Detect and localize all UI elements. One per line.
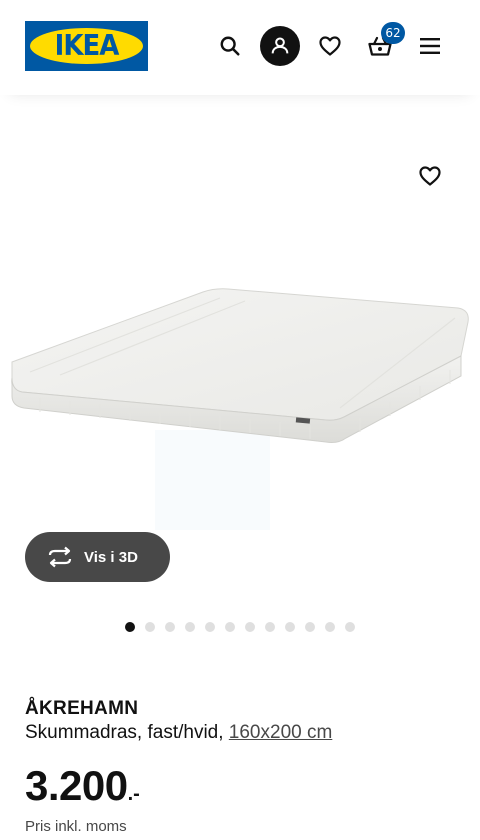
pagination-dot[interactable] <box>285 622 295 632</box>
pagination-dot[interactable] <box>145 622 155 632</box>
logo-oval: IKEA <box>30 28 143 64</box>
pagination-dot[interactable] <box>345 622 355 632</box>
logo-text: IKEA <box>54 29 120 63</box>
view-in-3d-label: Vis i 3D <box>84 548 138 566</box>
pagination-dot[interactable] <box>165 622 175 632</box>
product-description: Skummadras, fast/hvid, 160x200 cm <box>25 722 332 744</box>
basket-count-badge: 62 <box>381 22 405 44</box>
search-button[interactable] <box>210 26 250 66</box>
pagination-dot[interactable] <box>225 622 235 632</box>
rotate-3d-icon <box>48 546 72 568</box>
pagination-dot[interactable] <box>245 622 255 632</box>
pagination-dot[interactable] <box>125 622 135 632</box>
pagination-dot[interactable] <box>305 622 315 632</box>
favourites-button[interactable] <box>310 26 350 66</box>
size-link[interactable]: 160x200 cm <box>229 722 333 743</box>
site-header: IKEA 62 <box>0 0 480 95</box>
pagination-dot[interactable] <box>185 622 195 632</box>
pagination-dot[interactable] <box>325 622 335 632</box>
price-suffix: .- <box>127 783 140 805</box>
product-name: ÅKREHAMN <box>25 698 139 719</box>
user-icon <box>271 37 289 54</box>
heart-icon <box>319 36 341 56</box>
price-note: Pris inkl. moms <box>25 818 127 835</box>
ikea-logo[interactable]: IKEA <box>25 21 148 71</box>
pagination-dot[interactable] <box>265 622 275 632</box>
price-amount: 3.200 <box>25 762 128 809</box>
image-pagination <box>125 622 355 632</box>
add-to-favourites-button[interactable] <box>414 160 446 192</box>
menu-button[interactable] <box>410 26 450 66</box>
view-in-3d-button[interactable]: Vis i 3D <box>25 532 170 582</box>
pagination-dot[interactable] <box>205 622 215 632</box>
account-button[interactable] <box>260 26 300 66</box>
hamburger-menu-icon <box>420 38 440 54</box>
search-icon <box>220 36 240 56</box>
heart-icon <box>419 166 441 186</box>
product-price: 3.200.- <box>25 762 140 810</box>
product-description-text: Skummadras, fast/hvid, <box>25 722 229 743</box>
